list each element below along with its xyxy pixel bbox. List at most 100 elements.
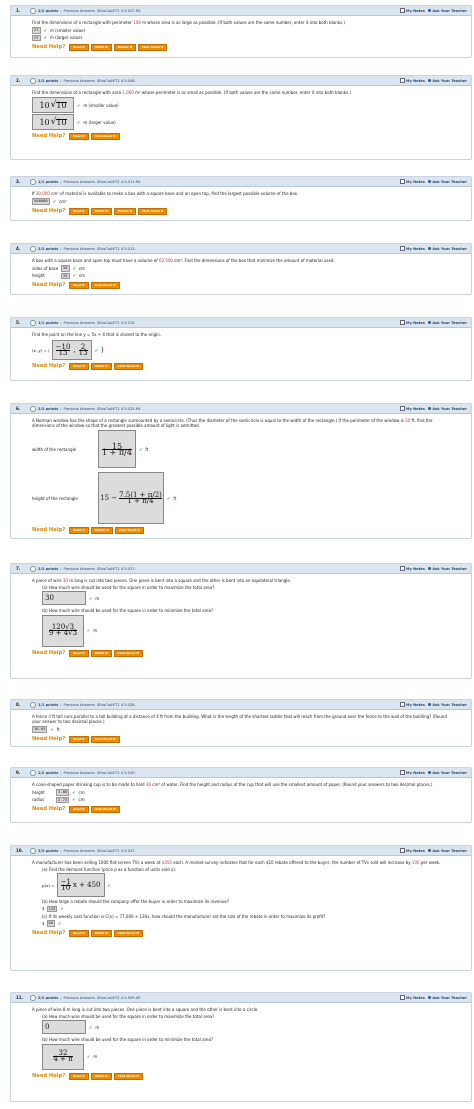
read-it-button[interactable]: Read It <box>69 282 89 290</box>
ask-teacher-button[interactable]: Ask Your Teacher <box>427 849 467 853</box>
my-notes-toggle[interactable]: My Notes <box>399 770 425 775</box>
checkbox-icon[interactable] <box>399 702 405 707</box>
ask-teacher-button[interactable]: Ask Your Teacher <box>427 771 467 775</box>
chat-about-it-button[interactable]: Chat About It <box>90 806 120 814</box>
answer-field[interactable]: 0 <box>42 1020 86 1035</box>
answer-field[interactable]: −10 13 , 2 13 <box>51 340 92 361</box>
my-notes-toggle[interactable]: My Notes <box>399 78 425 83</box>
checkbox-icon[interactable] <box>399 848 405 853</box>
answer-field[interactable]: 27 <box>32 34 41 42</box>
watch-it-button[interactable]: Watch It <box>90 930 112 937</box>
checkbox-icon[interactable] <box>399 179 405 184</box>
answer-field[interactable]: 3.86 <box>56 789 70 796</box>
previous-answers-link[interactable]: Previous Answers <box>63 996 94 1000</box>
previous-answers-link[interactable]: Previous Answers <box>63 703 94 707</box>
read-it-button[interactable]: Read It <box>69 44 89 52</box>
answer-field[interactable]: 30 <box>42 591 86 606</box>
ask-teacher-button[interactable]: Ask Your Teacher <box>427 79 467 83</box>
previous-answers-link[interactable]: Previous Answers <box>63 567 94 571</box>
read-it-button[interactable]: Read It <box>69 806 89 814</box>
answer-row: $60 ✔ <box>42 920 62 927</box>
watch-it-button[interactable]: Watch It <box>90 1072 112 1080</box>
master-it-button[interactable]: Master It <box>113 44 137 52</box>
previous-answers-link[interactable]: Previous Answers <box>63 247 94 251</box>
chat-about-it-button[interactable]: Chat About It <box>90 736 120 743</box>
question-number: 4. <box>16 246 21 251</box>
read-it-button[interactable]: Read It <box>69 133 89 141</box>
read-it-button[interactable]: Read It <box>69 649 89 657</box>
read-it-button[interactable]: Read It <box>69 363 89 371</box>
status-dot-icon <box>30 701 36 708</box>
my-notes-toggle[interactable]: My Notes <box>399 406 425 411</box>
master-it-button[interactable]: Master It <box>90 527 113 535</box>
previous-answers-link[interactable]: Previous Answers <box>63 9 94 13</box>
my-notes-toggle[interactable]: My Notes <box>399 995 425 1000</box>
answer-field[interactable]: 120√3 9 + 4√3 <box>42 614 84 647</box>
chat-about-it-button[interactable]: Chat About It <box>90 282 120 290</box>
ask-teacher-button[interactable]: Ask Your Teacher <box>427 567 467 571</box>
ask-teacher-button[interactable]: Ask Your Teacher <box>427 247 467 251</box>
chat-about-it-button[interactable]: Chat About It <box>113 1072 143 1080</box>
answer-field[interactable]: 50 <box>61 265 70 272</box>
previous-answers-link[interactable]: Previous Answers <box>63 180 94 184</box>
checkbox-icon[interactable] <box>399 995 405 1000</box>
my-notes-toggle[interactable]: My Notes <box>399 566 425 571</box>
read-it-button[interactable]: Read It <box>69 930 89 937</box>
previous-answers-link[interactable]: Previous Answers <box>63 79 94 83</box>
read-it-button[interactable]: Read It <box>69 207 89 215</box>
watch-it-button[interactable]: Watch It <box>90 649 112 657</box>
watch-it-button[interactable]: Watch It <box>90 207 112 215</box>
previous-answers-link[interactable]: Previous Answers <box>63 849 94 853</box>
answer-label: cm <box>78 265 86 271</box>
my-notes-toggle[interactable]: My Notes <box>399 8 425 13</box>
read-it-button[interactable]: Read It <box>69 527 89 535</box>
my-notes-toggle[interactable]: My Notes <box>399 702 425 707</box>
master-it-button[interactable]: Master It <box>113 207 137 215</box>
chat-about-it-button[interactable]: Chat About It <box>113 930 143 937</box>
answer-field[interactable]: 60 <box>46 920 56 927</box>
answer-field[interactable]: −1 10 x + 450 <box>56 873 105 898</box>
checkbox-icon[interactable] <box>399 406 405 411</box>
checkbox-icon[interactable] <box>399 246 405 251</box>
previous-answers-link[interactable]: Previous Answers <box>63 407 94 411</box>
read-it-button[interactable]: Read It <box>69 736 89 743</box>
chat-about-it-button[interactable]: Chat About It <box>138 44 168 52</box>
my-notes-toggle[interactable]: My Notes <box>399 246 425 251</box>
chat-about-it-button[interactable]: Chat About It <box>138 207 168 215</box>
ask-teacher-button[interactable]: Ask Your Teacher <box>427 996 467 1000</box>
checkbox-icon[interactable] <box>399 320 405 325</box>
checkbox-icon[interactable] <box>399 770 405 775</box>
answer-field[interactable]: 125 <box>46 905 58 913</box>
answer-field[interactable]: 10 √ 10 <box>32 97 74 114</box>
chat-about-it-button[interactable]: Chat About It <box>90 133 120 141</box>
checkbox-icon[interactable] <box>399 8 405 13</box>
checkbox-icon[interactable] <box>399 566 405 571</box>
watch-it-button[interactable]: Watch It <box>90 44 112 52</box>
answer-field[interactable]: 16.65 <box>32 726 48 733</box>
answer-field[interactable]: 27 <box>32 27 41 34</box>
my-notes-toggle[interactable]: My Notes <box>399 320 425 325</box>
chat-about-it-button[interactable]: Chat About It <box>113 649 143 657</box>
check-icon: ✔ <box>58 921 62 927</box>
chat-about-it-button[interactable]: Chat About It <box>114 527 144 535</box>
read-it-button[interactable]: Read It <box>69 1072 89 1080</box>
ask-teacher-button[interactable]: Ask Your Teacher <box>427 321 467 325</box>
answer-field[interactable]: 15 1 + π/4 <box>98 430 136 469</box>
my-notes-toggle[interactable]: My Notes <box>399 848 425 853</box>
answer-field[interactable]: 32 4 + π <box>42 1043 84 1070</box>
chat-about-it-button[interactable]: Chat About It <box>113 363 143 371</box>
previous-answers-link[interactable]: Previous Answers <box>63 321 94 325</box>
ask-teacher-button[interactable]: Ask Your Teacher <box>427 180 467 184</box>
answer-field[interactable]: 15 − 7.5(1 + π/2) 1 + π/4 <box>98 472 164 525</box>
answer-field[interactable]: 500000 <box>32 198 50 205</box>
answer-field[interactable]: 25 <box>61 272 70 280</box>
my-notes-toggle[interactable]: My Notes <box>399 179 425 184</box>
ask-teacher-button[interactable]: Ask Your Teacher <box>427 9 467 13</box>
answer-field[interactable]: 10 √ 10 <box>32 114 74 131</box>
ask-teacher-button[interactable]: Ask Your Teacher <box>427 703 467 707</box>
previous-answers-link[interactable]: Previous Answers <box>63 771 94 775</box>
ask-teacher-button[interactable]: Ask Your Teacher <box>427 407 467 411</box>
watch-it-button[interactable]: Watch It <box>90 363 112 371</box>
answer-field[interactable]: 2.73 <box>56 796 70 804</box>
checkbox-icon[interactable] <box>399 78 405 83</box>
